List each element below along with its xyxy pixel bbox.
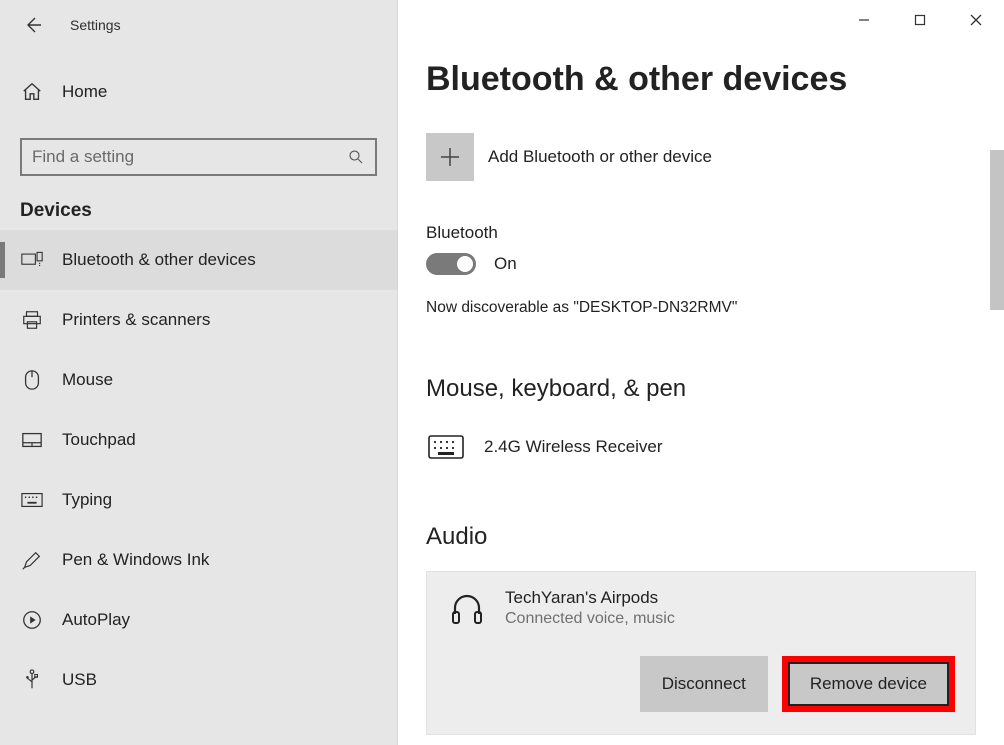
back-arrow-icon bbox=[23, 15, 43, 35]
toggle-knob bbox=[457, 256, 473, 272]
sidebar-item-label: Touchpad bbox=[62, 430, 136, 450]
search-input[interactable] bbox=[32, 147, 347, 167]
audio-device-name: TechYaran's Airpods bbox=[505, 588, 675, 608]
sidebar-item-label: Pen & Windows Ink bbox=[62, 550, 209, 570]
audio-actions: Disconnect Remove device bbox=[447, 656, 955, 712]
device-label: 2.4G Wireless Receiver bbox=[484, 437, 663, 457]
sidebar: Settings Home Devices Bluetooth & other … bbox=[0, 0, 398, 745]
disconnect-button[interactable]: Disconnect bbox=[640, 656, 768, 712]
sidebar-item-autoplay[interactable]: AutoPlay bbox=[0, 590, 397, 650]
discoverable-text: Now discoverable as "DESKTOP-DN32RMV" bbox=[426, 299, 976, 317]
remove-device-button[interactable]: Remove device bbox=[788, 662, 949, 706]
home-icon bbox=[20, 80, 44, 104]
titlebar: Settings bbox=[0, 0, 397, 50]
category-title: Devices bbox=[0, 182, 397, 230]
headphones-icon bbox=[447, 588, 487, 628]
sidebar-item-label: Bluetooth & other devices bbox=[62, 250, 256, 270]
page-title: Bluetooth & other devices bbox=[426, 60, 976, 99]
bluetooth-toggle[interactable] bbox=[426, 253, 476, 275]
sidebar-item-label: Typing bbox=[62, 490, 112, 510]
devices-icon bbox=[20, 248, 44, 272]
sidebar-item-home[interactable]: Home bbox=[0, 62, 397, 122]
sidebar-item-printers[interactable]: Printers & scanners bbox=[0, 290, 397, 350]
search-box[interactable] bbox=[20, 138, 377, 176]
audio-device-header: TechYaran's Airpods Connected voice, mus… bbox=[447, 588, 955, 628]
sidebar-item-pen[interactable]: Pen & Windows Ink bbox=[0, 530, 397, 590]
printer-icon bbox=[20, 308, 44, 332]
plus-icon bbox=[439, 146, 461, 168]
add-device-label: Add Bluetooth or other device bbox=[488, 147, 712, 167]
section-audio-heading: Audio bbox=[426, 523, 976, 551]
sidebar-item-label: Mouse bbox=[62, 370, 113, 390]
pen-icon bbox=[20, 548, 44, 572]
add-tile bbox=[426, 133, 474, 181]
sidebar-item-mouse[interactable]: Mouse bbox=[0, 350, 397, 410]
toggle-state-label: On bbox=[494, 254, 517, 274]
usb-icon bbox=[20, 668, 44, 692]
sidebar-item-typing[interactable]: Typing bbox=[0, 470, 397, 530]
nav: Home Devices Bluetooth & other devices P… bbox=[0, 50, 397, 710]
sidebar-item-label: USB bbox=[62, 670, 97, 690]
sidebar-item-bluetooth[interactable]: Bluetooth & other devices bbox=[0, 230, 397, 290]
home-label: Home bbox=[62, 82, 107, 102]
back-button[interactable] bbox=[10, 2, 56, 48]
autoplay-icon bbox=[20, 608, 44, 632]
sidebar-item-label: AutoPlay bbox=[62, 610, 130, 630]
search-icon bbox=[347, 148, 365, 166]
audio-device-block[interactable]: TechYaran's Airpods Connected voice, mus… bbox=[426, 571, 976, 735]
scrollbar[interactable] bbox=[990, 150, 1004, 310]
mouse-icon bbox=[20, 368, 44, 392]
keyboard-icon bbox=[20, 488, 44, 512]
audio-device-status: Connected voice, music bbox=[505, 610, 675, 628]
touchpad-icon bbox=[20, 428, 44, 452]
add-device-button[interactable]: Add Bluetooth or other device bbox=[426, 133, 976, 181]
bluetooth-toggle-row: On bbox=[426, 253, 976, 275]
main: Bluetooth & other devices Add Bluetooth … bbox=[398, 0, 1004, 745]
search-wrap bbox=[0, 122, 397, 182]
audio-device-info: TechYaran's Airpods Connected voice, mus… bbox=[505, 588, 675, 628]
keyboard-device-icon bbox=[426, 427, 466, 467]
content: Bluetooth & other devices Add Bluetooth … bbox=[398, 0, 1004, 745]
remove-highlight: Remove device bbox=[782, 656, 955, 712]
sidebar-item-label: Printers & scanners bbox=[62, 310, 210, 330]
section-mouse-heading: Mouse, keyboard, & pen bbox=[426, 375, 976, 403]
device-row-receiver[interactable]: 2.4G Wireless Receiver bbox=[426, 423, 976, 523]
window-title: Settings bbox=[70, 17, 121, 33]
sidebar-item-touchpad[interactable]: Touchpad bbox=[0, 410, 397, 470]
sidebar-item-usb[interactable]: USB bbox=[0, 650, 397, 710]
bluetooth-label: Bluetooth bbox=[426, 223, 976, 243]
